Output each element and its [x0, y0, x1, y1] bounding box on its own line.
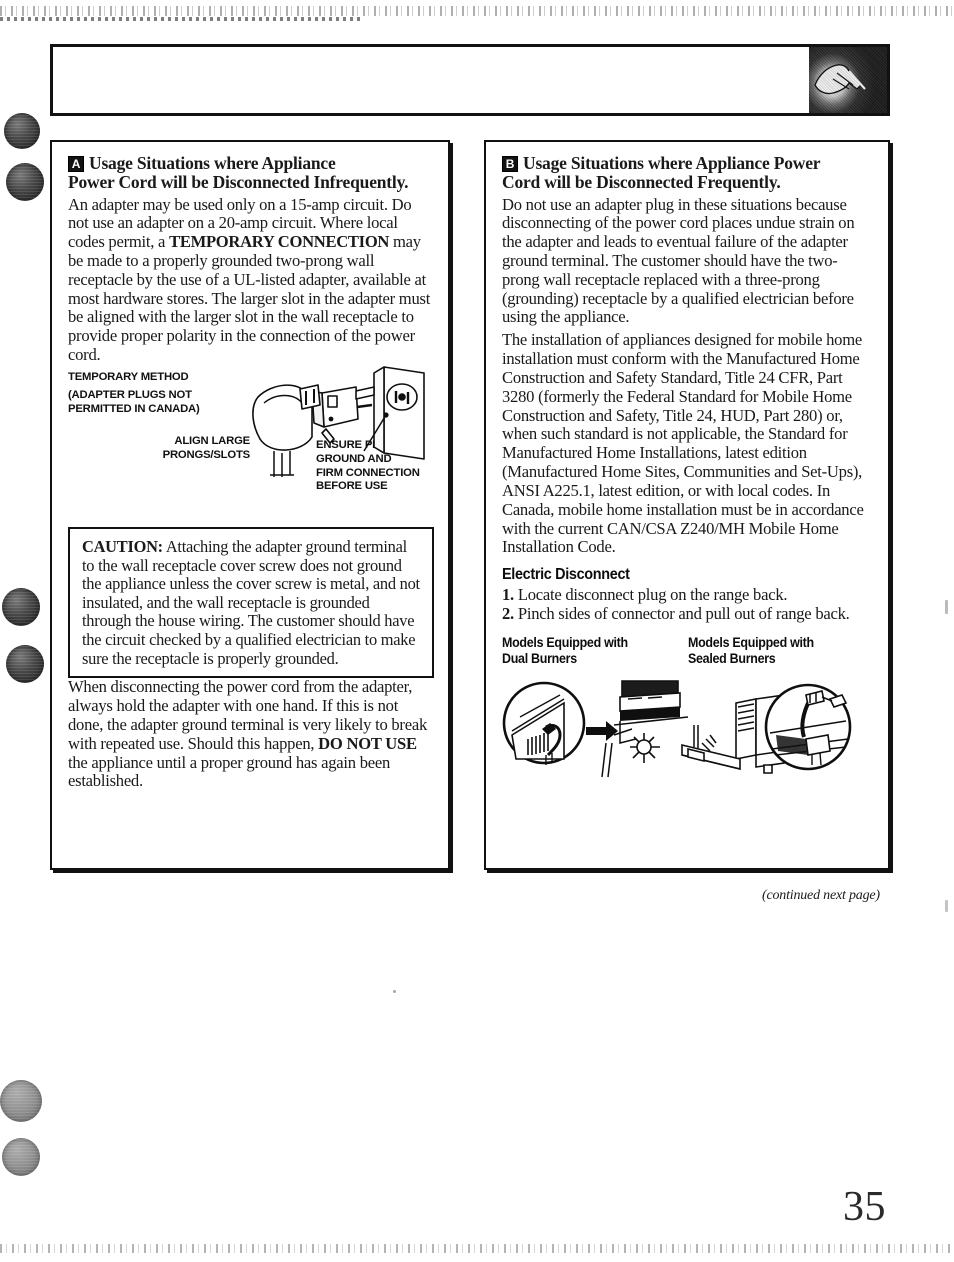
- model-title-sealed-burners: Models Equipped with Sealed Burners: [688, 634, 814, 666]
- electric-disconnect-heading: Electric Disconnect: [502, 566, 630, 584]
- hand-holding-tool-thumbnail: [809, 47, 887, 113]
- electric-disconnect-step-1: 1. Locate disconnect plug on the range b…: [502, 585, 874, 605]
- scan-artifact-top-edge-2: [0, 17, 360, 21]
- panel-section-b: B Usage Situations where Appliance Power …: [484, 140, 890, 870]
- model-illustrations: [502, 673, 874, 783]
- temporary-connection-emphasis: TEMPORARY CONNECTION: [169, 232, 390, 252]
- step-1-text: Locate disconnect plug on the range back…: [513, 585, 788, 605]
- caution-body: Attaching the adapter ground terminal to…: [82, 536, 420, 668]
- scan-artifact-top-edge: [0, 6, 954, 16]
- do-not-use-emphasis: DO NOT USE: [318, 733, 417, 753]
- panel-section-a: A Usage Situations where Appliance Power …: [50, 140, 450, 870]
- hand-icon: [814, 64, 866, 95]
- range-back-sealed-burners-illustration: [681, 683, 852, 774]
- closing-part2: the appliance until a proper ground has …: [68, 752, 391, 791]
- binding-hole: [6, 645, 44, 683]
- electric-disconnect-step-2: 2. Pinch sides of connector and pull out…: [502, 604, 874, 624]
- binding-hole: [4, 113, 40, 149]
- section-b-paragraph-2: The installation of appliances designed …: [502, 330, 864, 557]
- caution-label: CAUTION:: [82, 536, 163, 556]
- adapter-plug-wall-receptacle-diagram-art: [252, 366, 425, 477]
- page-header-bar: [50, 44, 890, 116]
- binding-hole: [0, 1080, 42, 1122]
- step-2-number: 2.: [502, 604, 514, 624]
- page-number: 35: [843, 1184, 886, 1230]
- section-a-closing-paragraph: When disconnecting the power cord from t…: [68, 677, 434, 791]
- section-a-heading-line2: Power Cord will be Disconnected Infreque…: [68, 172, 409, 193]
- temporary-method-diagram: TEMPORARY METHOD (ADAPTER PLUGS NOT PERM…: [68, 366, 434, 519]
- step-1-number: 1.: [502, 585, 514, 605]
- scan-artifact-bottom-edge: [0, 1244, 954, 1253]
- model-title-dual-burners: Models Equipped with Dual Burners: [502, 634, 628, 666]
- section-a-heading: A Usage Situations where Appliance Power …: [68, 153, 434, 193]
- scan-speck: [393, 990, 396, 993]
- step-2-text: Pinch sides of connector and pull out of…: [513, 604, 850, 624]
- scan-speck: [945, 900, 948, 912]
- model-column-sealed-burners: Models Equipped with Sealed Burners: [688, 635, 874, 667]
- section-b-badge: B: [502, 156, 518, 172]
- section-a-paragraph: An adapter may be used only on a 15-amp …: [68, 195, 434, 365]
- binding-hole: [2, 588, 40, 626]
- section-a-heading-line1: Usage Situations where Appliance: [89, 153, 336, 173]
- caution-text: CAUTION: Attaching the adapter ground te…: [82, 536, 420, 668]
- model-illustration-columns: Models Equipped with Dual Burners Models…: [502, 635, 874, 667]
- section-b-paragraph-1: Do not use an adapter plug in these situ…: [502, 194, 855, 327]
- continued-next-page-note: (continued next page): [762, 888, 880, 903]
- section-b-heading-line1: Usage Situations where Appliance Power: [523, 153, 821, 173]
- caution-box: CAUTION: Attaching the adapter ground te…: [68, 526, 434, 679]
- section-b-heading-line2: Cord will be Disconnected Frequently.: [502, 172, 781, 193]
- section-a-badge: A: [68, 156, 84, 172]
- scan-speck: [945, 600, 948, 614]
- binding-hole: [2, 1138, 40, 1176]
- diagram-title: TEMPORARY METHOD: [68, 370, 189, 383]
- section-a-paragraph-part2: may be made to a properly grounded two-p…: [68, 232, 431, 365]
- model-column-dual-burners: Models Equipped with Dual Burners: [502, 635, 688, 667]
- range-back-dual-burners-illustration: [502, 679, 689, 777]
- diagram-canada-note: (ADAPTER PLUGS NOT PERMITTED IN CANADA): [68, 388, 200, 415]
- diagram-label-align-prongs: ALIGN LARGE PRONGS/SLOTS: [162, 434, 251, 461]
- binding-hole: [6, 163, 44, 201]
- section-b-heading: B Usage Situations where Appliance Power …: [502, 153, 874, 193]
